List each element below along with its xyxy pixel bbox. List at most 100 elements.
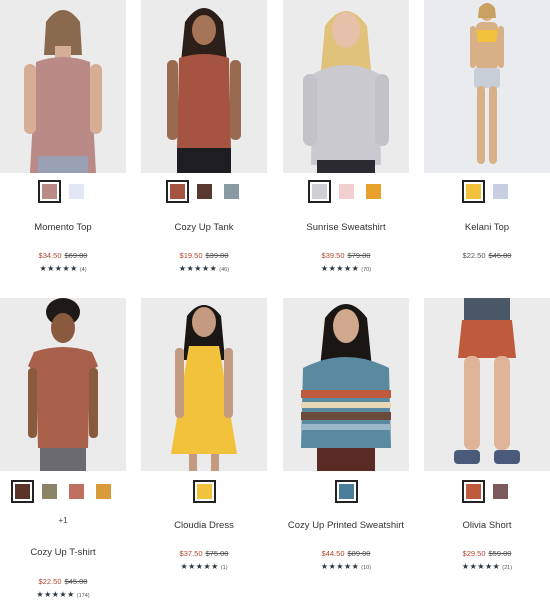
original-price: $69.00 [64, 251, 88, 260]
stars-icon: ★★★★★ [36, 590, 75, 599]
original-price: $45.00 [64, 577, 88, 586]
product-card[interactable]: Cloudia Dress $37.50 $75.00 ★★★★★ (1) [141, 298, 267, 588]
sale-price: $22.50 [462, 251, 486, 260]
product-price: $22.50 $45.00 [0, 577, 126, 586]
star-rating[interactable]: ★★★★★ (1) [141, 562, 267, 571]
review-count: (10) [361, 565, 372, 571]
review-count: (70) [361, 267, 372, 273]
review-count: (1) [220, 565, 228, 571]
stars-icon: ★★★★★ [180, 562, 219, 571]
star-rating[interactable]: ★★★★★ (10) [283, 562, 409, 571]
product-price: $19.50 $39.00 [141, 251, 267, 260]
product-price: $34.50 $69.00 [0, 251, 126, 260]
product-price: $39.50 $79.00 [283, 251, 409, 260]
color-swatch[interactable] [334, 480, 358, 503]
stars-icon: ★★★★★ [178, 264, 218, 273]
product-card[interactable]: Sunrise Sweatshirt $39.50 $79.00 ★★★★★ (70… [283, 0, 409, 290]
product-image[interactable] [0, 298, 126, 471]
review-count: (4) [79, 267, 87, 273]
product-image[interactable] [283, 298, 409, 471]
stars-icon: ★★★★★ [39, 264, 78, 273]
color-swatch[interactable] [462, 180, 485, 203]
color-swatch[interactable] [40, 482, 59, 501]
color-swatch[interactable] [491, 182, 510, 201]
star-rating[interactable]: ★★★★★ (4) [0, 264, 126, 273]
color-swatches [283, 180, 409, 203]
color-swatches [0, 180, 126, 203]
star-rating[interactable]: ★★★★★ (21) [424, 562, 550, 571]
color-swatches [283, 480, 409, 503]
product-name[interactable]: Cozy Up T-shirt [0, 547, 126, 558]
product-card[interactable]: Olivia Short $29.50 $59.00 ★★★★★ (21) [424, 298, 550, 588]
product-card[interactable]: Cozy Up Tank $19.50 $39.00 ★★★★★ (46) [141, 0, 267, 290]
product-price: $37.50 $75.00 [141, 549, 267, 558]
color-swatch[interactable] [221, 182, 241, 201]
product-name[interactable]: Olivia Short [424, 520, 550, 531]
model-figure-icon [171, 305, 237, 471]
product-name[interactable]: Momento Top [0, 222, 126, 233]
color-swatch[interactable] [165, 180, 189, 203]
product-grid: Momento Top $34.50$69.00 ★★★★★(4) Cozy [0, 0, 550, 602]
color-swatch[interactable] [336, 182, 356, 201]
color-swatch[interactable] [67, 182, 86, 201]
more-colors-link[interactable]: +1 [0, 516, 126, 525]
sale-price: $44.50 [321, 549, 345, 558]
color-swatch[interactable] [94, 482, 113, 501]
color-swatches [141, 180, 267, 203]
star-rating[interactable]: ★★★★★ (174) [0, 590, 126, 599]
original-price: $75.00 [205, 549, 229, 558]
product-image[interactable] [283, 0, 409, 173]
model-figure-icon [470, 3, 504, 164]
color-swatches [0, 480, 126, 503]
color-swatch[interactable] [363, 182, 383, 201]
original-price: $89.00 [347, 549, 371, 558]
color-swatch[interactable] [11, 480, 34, 503]
product-price: $22.50 $45.00 [424, 251, 550, 260]
product-price: $44.50 $89.00 [283, 549, 409, 558]
star-rating[interactable]: ★★★★★ (70) [283, 264, 409, 273]
product-price: $29.50 $59.00 [424, 549, 550, 558]
color-swatches [424, 180, 550, 203]
review-count: (21) [502, 565, 513, 571]
sale-price: $29.50 [462, 549, 486, 558]
stars-icon: ★★★★★ [320, 264, 360, 273]
product-name[interactable]: Cozy Up Tank [141, 222, 267, 233]
review-count: (174) [76, 593, 90, 599]
sale-price: $34.50 [38, 251, 62, 260]
model-figure-icon [28, 298, 98, 471]
original-price: $59.00 [488, 549, 512, 558]
model-figure-icon [301, 304, 391, 471]
color-swatch[interactable] [307, 180, 331, 203]
color-swatch[interactable] [67, 482, 86, 501]
sale-price: $37.50 [179, 549, 203, 558]
product-name[interactable]: Cloudia Dress [141, 520, 267, 531]
star-rating[interactable]: ★★★★★ (46) [141, 264, 267, 273]
original-price: $45.00 [488, 251, 512, 260]
model-figure-icon [454, 298, 520, 464]
stars-icon: ★★★★★ [320, 562, 360, 571]
color-swatch[interactable] [462, 480, 485, 503]
product-card[interactable]: +1 Cozy Up T-shirt $22.50 $45.00 ★★★★★ (17… [0, 298, 126, 602]
product-image[interactable] [424, 0, 550, 173]
product-card[interactable]: Cozy Up Printed Sweatshirt $44.50 $89.00 … [283, 298, 409, 588]
product-card[interactable]: Kelani Top $22.50 $45.00 [424, 0, 550, 290]
product-image[interactable] [141, 0, 267, 173]
color-swatches [141, 480, 267, 503]
sale-price: $19.50 [179, 251, 203, 260]
color-swatch[interactable] [491, 482, 510, 501]
product-image[interactable] [141, 298, 267, 471]
product-name[interactable]: Kelani Top [424, 222, 550, 233]
original-price: $79.00 [347, 251, 371, 260]
color-swatches [424, 480, 550, 503]
model-figure-icon [24, 10, 102, 173]
model-figure-icon [167, 8, 241, 173]
color-swatch[interactable] [38, 180, 61, 203]
product-card[interactable]: Momento Top $34.50 $69.00 ★★★★★ (4) [0, 0, 126, 290]
sale-price: $39.50 [321, 251, 345, 260]
color-swatch[interactable] [192, 480, 216, 503]
product-name[interactable]: Cozy Up Printed Sweatshirt [283, 520, 409, 531]
color-swatch[interactable] [194, 182, 214, 201]
product-image[interactable] [0, 0, 126, 173]
product-image[interactable] [424, 298, 550, 471]
product-name[interactable]: Sunrise Sweatshirt [283, 222, 409, 233]
